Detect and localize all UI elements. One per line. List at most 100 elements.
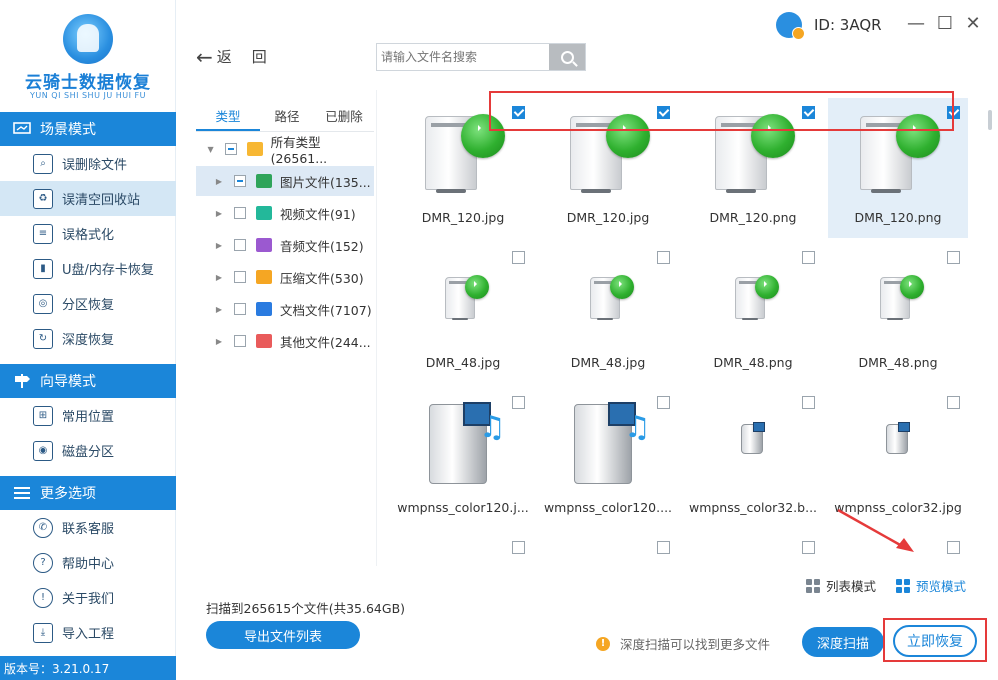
sidebar-item-recycle-bin[interactable]: ♻ 误清空回收站 (0, 181, 176, 216)
sidebar-item-label: 误格式化 (62, 228, 115, 243)
tree-checkbox[interactable] (234, 175, 246, 187)
tree-row[interactable]: ▶ 文档文件(7107) (196, 294, 374, 324)
tree-row[interactable]: ▶ 视频文件(91) (196, 198, 374, 228)
tab-type[interactable]: 类型 (196, 96, 260, 131)
file-checkbox[interactable] (512, 541, 525, 554)
file-checkbox[interactable] (802, 251, 815, 264)
file-tile[interactable]: DMR_48.png (828, 243, 968, 383)
tab-path[interactable]: 路径 (260, 96, 314, 131)
tree-checkbox[interactable] (234, 207, 246, 219)
file-tile[interactable]: DMR_48.jpg (538, 243, 678, 383)
file-tile[interactable] (538, 533, 678, 566)
section-title: 场景模式 (40, 122, 96, 138)
file-tile[interactable]: DMR_48.png (683, 243, 823, 383)
file-checkbox[interactable] (657, 251, 670, 264)
folder-icon (247, 142, 263, 156)
section-title: 向导模式 (40, 374, 96, 390)
monitor-icon (12, 121, 32, 137)
version-label: 版本号：3.21.0.17 (0, 656, 176, 680)
tree-checkbox[interactable] (225, 143, 238, 155)
vertical-scrollbar[interactable] (988, 110, 992, 130)
annotation-arrow-icon (837, 508, 914, 552)
search-button[interactable] (549, 44, 585, 70)
recover-now-button[interactable]: 立即恢复 (893, 625, 977, 657)
sidebar-item-label: 关于我们 (62, 592, 115, 607)
file-tile[interactable] (393, 533, 533, 566)
file-checkbox[interactable] (512, 396, 525, 409)
sidebar-item-import-project[interactable]: ⤓ 导入工程 (0, 615, 176, 650)
file-tile[interactable]: ♫ wmpnss_color120.... (538, 388, 678, 528)
file-checkbox[interactable] (802, 541, 815, 554)
caret-down-icon[interactable]: ▼ (204, 145, 218, 154)
caret-right-icon[interactable]: ▶ (212, 241, 226, 250)
file-tile[interactable]: ♫ wmpnss_color120.j... (393, 388, 533, 528)
user-id[interactable]: ID: 3AQR (776, 12, 882, 40)
sidebar-item-disk-partition[interactable]: ◉ 磁盘分区 (0, 433, 176, 468)
tree-checkbox[interactable] (234, 335, 246, 347)
tree-row-label: 音频文件(152) (280, 238, 364, 254)
tree-row-label: 所有类型(26561... (270, 135, 328, 166)
minimize-button[interactable]: — (906, 14, 926, 34)
back-button[interactable]: ← 返 回 (196, 46, 267, 67)
image-icon (256, 174, 272, 188)
close-button[interactable]: ✕ (963, 14, 983, 34)
tree-row-label: 图片文件(135... (280, 174, 371, 190)
search-box (376, 43, 586, 71)
section-more-options: 更多选项 (0, 476, 176, 510)
list-mode-button[interactable]: 列表模式 (806, 576, 876, 595)
tree-checkbox[interactable] (234, 239, 246, 251)
film-icon (753, 422, 765, 432)
sidebar-item-formatted[interactable]: ≡ 误格式化 (0, 216, 176, 251)
caret-right-icon[interactable]: ▶ (212, 337, 226, 346)
file-checkbox[interactable] (657, 541, 670, 554)
search-input[interactable] (377, 44, 550, 70)
caret-right-icon[interactable]: ▶ (212, 305, 226, 314)
file-checkbox[interactable] (512, 251, 525, 264)
tree-row[interactable]: ▼ 所有类型(26561... (196, 134, 374, 166)
file-name: wmpnss_color120.... (543, 500, 673, 515)
tree-checkbox[interactable] (234, 271, 246, 283)
file-checkbox[interactable] (947, 251, 960, 264)
sidebar-item-about-us[interactable]: ! 关于我们 (0, 580, 176, 615)
file-tile[interactable] (683, 533, 823, 566)
grid-view-icon (896, 578, 910, 593)
export-file-list-button[interactable]: 导出文件列表 (206, 621, 360, 649)
preview-mode-button[interactable]: 预览模式 (896, 576, 966, 595)
doc-icon (256, 302, 272, 316)
logo-subtitle: YUN QI SHI SHU JU HUI FU (30, 91, 146, 100)
knight-logo-icon (63, 14, 113, 64)
file-tile[interactable]: wmpnss_color32.jpg (828, 388, 968, 528)
sidebar-item-contact-support[interactable]: ✆ 联系客服 (0, 510, 176, 545)
file-checkbox[interactable] (657, 396, 670, 409)
tree-row[interactable]: ▶ 压缩文件(530) (196, 262, 374, 292)
sidebar-item-deleted-files[interactable]: ⌕ 误删除文件 (0, 146, 176, 181)
file-checkbox[interactable] (947, 396, 960, 409)
disk-format-icon: ≡ (33, 223, 53, 244)
deep-scan-button[interactable]: 深度扫描 (802, 627, 884, 657)
back-label-2: 回 (251, 48, 267, 66)
sidebar-item-deep-recovery[interactable]: ↻ 深度恢复 (0, 321, 176, 356)
file-tile[interactable]: wmpnss_color32.b... (683, 388, 823, 528)
search-icon (560, 50, 574, 64)
sidebar-item-partition[interactable]: ◎ 分区恢复 (0, 286, 176, 321)
caret-right-icon[interactable]: ▶ (212, 177, 226, 186)
tree-row[interactable]: ▶ 音频文件(152) (196, 230, 374, 260)
tree-row[interactable]: ▶ 其他文件(244... (196, 326, 374, 356)
maximize-button[interactable]: ☐ (935, 14, 955, 34)
sidebar-item-label: 深度恢复 (62, 333, 115, 348)
file-name: wmpnss_color120.j... (397, 500, 529, 515)
sidebar-item-common-locations[interactable]: ⊞ 常用位置 (0, 398, 176, 433)
tree-checkbox[interactable] (234, 303, 246, 315)
caret-right-icon[interactable]: ▶ (212, 209, 226, 218)
file-checkbox[interactable] (802, 396, 815, 409)
tree-row[interactable]: ▶ 图片文件(135... (196, 166, 374, 196)
sidebar-item-usb-card[interactable]: ▮ U盘/内存卡恢复 (0, 251, 176, 286)
film-icon (898, 422, 910, 432)
user-avatar-icon (776, 12, 805, 40)
tab-deleted[interactable]: 已删除 (314, 96, 374, 131)
file-tile[interactable]: DMR_48.jpg (393, 243, 533, 383)
preview-mode-label: 预览模式 (916, 579, 967, 594)
caret-right-icon[interactable]: ▶ (212, 273, 226, 282)
file-checkbox[interactable] (947, 541, 960, 554)
sidebar-item-help-center[interactable]: ? 帮助中心 (0, 545, 176, 580)
